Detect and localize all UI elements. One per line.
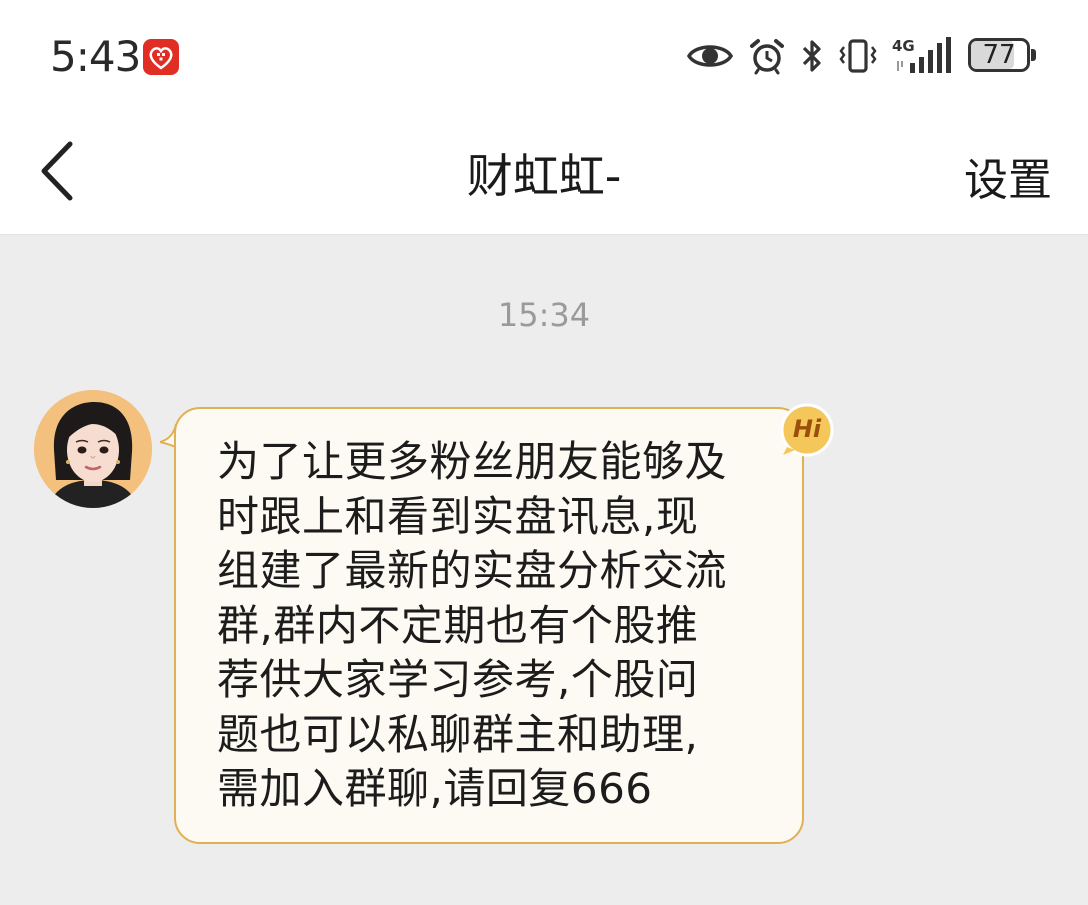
page-title: 财虹虹-: [466, 149, 622, 203]
message-timestamp: 15:34: [497, 296, 591, 334]
nav-bar: 财虹虹- 设置: [0, 110, 1088, 235]
settings-button[interactable]: 设置: [964, 144, 1052, 208]
status-bar: 5:43 4G 77: [0, 0, 1088, 110]
status-time: 5:43: [50, 32, 141, 81]
vibrate-icon: [838, 37, 878, 75]
signal-4g-icon: 4G: [892, 37, 954, 75]
pinduoduo-app-icon: [143, 39, 179, 75]
hi-badge-label: Hi: [792, 415, 822, 443]
battery-indicator: 77: [968, 38, 1036, 74]
battery-nub: [1031, 49, 1036, 61]
battery-level: 77: [982, 40, 1016, 70]
avatar[interactable]: [34, 390, 152, 508]
hi-badge: Hi: [779, 403, 835, 459]
bluetooth-icon: [800, 37, 824, 75]
alarm-icon: [748, 37, 786, 75]
status-icons: 4G 77: [686, 36, 1036, 76]
avatar-icon: [34, 390, 152, 508]
eye-icon: [686, 38, 734, 74]
message-text: 为了让更多粉丝朋友能够及 时跟上和看到实盘讯息,现 组建了最新的实盘分析交流 群…: [217, 437, 728, 813]
